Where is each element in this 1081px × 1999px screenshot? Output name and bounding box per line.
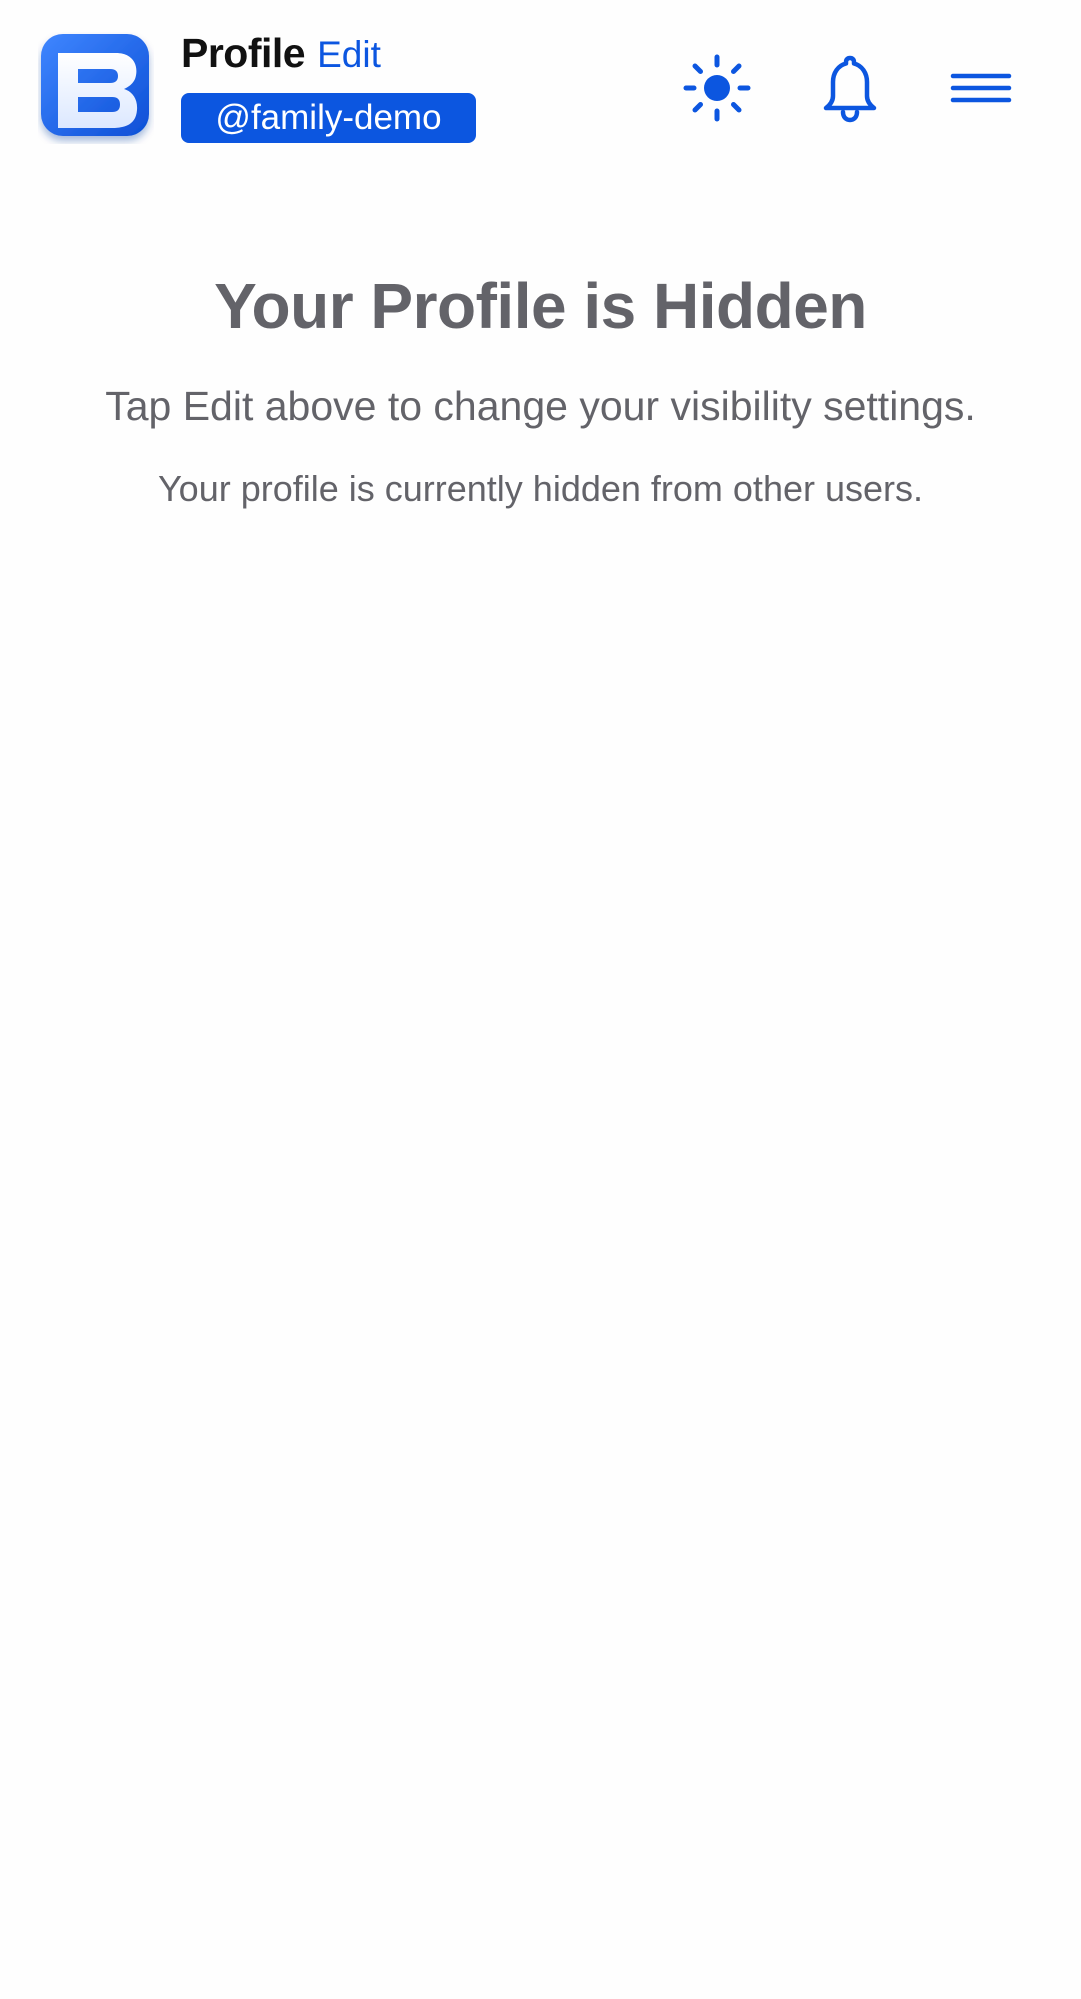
- app-logo[interactable]: [38, 32, 154, 144]
- hamburger-menu-icon: [950, 73, 1012, 103]
- username-badge: @family-demo: [181, 93, 476, 143]
- bell-icon: [823, 55, 877, 123]
- notifications-button[interactable]: [814, 52, 886, 124]
- theme-toggle-button[interactable]: [681, 52, 753, 124]
- edit-link[interactable]: Edit: [317, 34, 381, 76]
- title-row: Profile Edit: [181, 30, 381, 82]
- app-logo-icon: [41, 34, 149, 136]
- visibility-instruction: Tap Edit above to change your visibility…: [105, 383, 976, 429]
- hidden-profile-notice: Your Profile is Hidden Tap Edit above to…: [0, 262, 1081, 514]
- visibility-status: Your profile is currently hidden from ot…: [157, 468, 924, 509]
- hidden-profile-heading: Your Profile is Hidden: [214, 270, 867, 342]
- app-header: Profile Edit @family-demo: [0, 0, 1081, 180]
- sun-icon: [683, 54, 751, 122]
- page-title: Profile: [181, 30, 306, 76]
- menu-button[interactable]: [945, 52, 1017, 124]
